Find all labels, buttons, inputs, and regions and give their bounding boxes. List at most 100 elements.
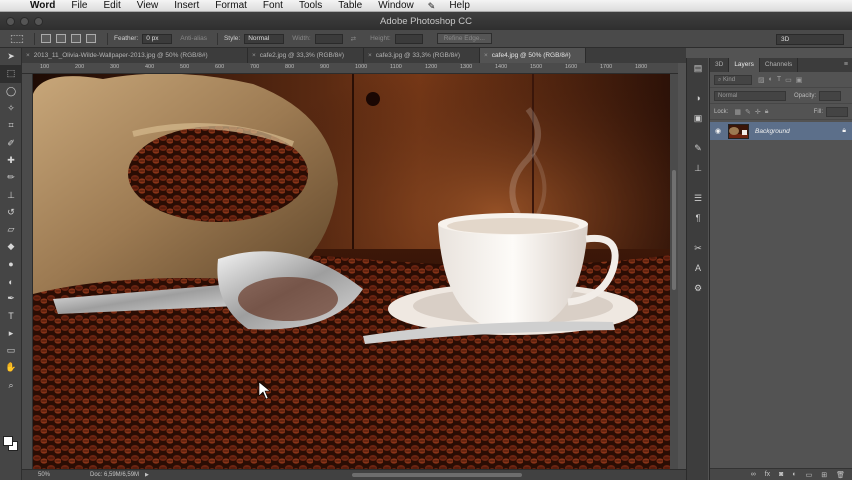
- opacity-input[interactable]: [819, 90, 842, 101]
- tab-channels[interactable]: Channels: [760, 58, 799, 72]
- eyedropper-tool-icon[interactable]: ✐: [0, 134, 22, 151]
- layer-name[interactable]: Background: [755, 128, 790, 135]
- tab-document-3[interactable]: × cafe3.jpg @ 33,3% (RGB/8#): [364, 48, 480, 63]
- color-swatches[interactable]: [3, 436, 19, 452]
- history-panel-icon[interactable]: ▤: [687, 58, 709, 78]
- delete-layer-icon[interactable]: 🗑︎: [836, 471, 845, 479]
- properties-panel-icon[interactable]: ☰: [687, 188, 709, 208]
- vertical-scrollbar[interactable]: [670, 74, 678, 469]
- menu-insert[interactable]: Insert: [166, 0, 207, 12]
- tab-document-1[interactable]: × 2013_11_Olivia-Wilde-Wallpaper-2013.jpg…: [22, 48, 248, 63]
- menu-tools[interactable]: Tools: [291, 0, 330, 12]
- tab-document-4[interactable]: × cafe4.jpg @ 50% (RGB/8#): [480, 48, 586, 63]
- document-canvas[interactable]: [33, 74, 678, 469]
- lock-all-icon[interactable]: 🔒︎: [765, 108, 769, 116]
- paint-bucket-tool-icon[interactable]: ◆: [0, 238, 22, 255]
- healing-brush-tool-icon[interactable]: ✚: [0, 152, 22, 169]
- close-window-button[interactable]: [6, 17, 15, 26]
- close-tab-icon[interactable]: ×: [368, 52, 372, 59]
- menu-app-word[interactable]: Word: [22, 0, 63, 12]
- rectangle-tool-icon[interactable]: ▭: [0, 342, 22, 359]
- adjustment-filter-icon[interactable]: ◐: [769, 76, 773, 84]
- foreground-color-swatch[interactable]: [3, 436, 13, 446]
- lasso-tool-icon[interactable]: ◯: [0, 83, 22, 100]
- scrollbar-thumb[interactable]: [672, 170, 676, 290]
- brush-panel-icon[interactable]: ✎: [687, 138, 709, 158]
- layer-style-icon[interactable]: fx: [765, 471, 770, 478]
- visibility-eye-icon[interactable]: ◉: [710, 127, 726, 135]
- horizontal-scrollbar-thumb[interactable]: [352, 473, 522, 477]
- panel-menu-icon[interactable]: ≡: [844, 58, 852, 72]
- script-menu-icon[interactable]: ✎: [422, 0, 442, 12]
- subtract-selection-icon[interactable]: [71, 34, 81, 43]
- menu-file[interactable]: File: [63, 0, 95, 12]
- menu-view[interactable]: View: [129, 0, 167, 12]
- adjustments-panel-icon[interactable]: ◑: [687, 88, 709, 108]
- info-panel-icon[interactable]: ⚙: [687, 278, 709, 298]
- eraser-tool-icon[interactable]: ▱: [0, 221, 22, 238]
- fill-input[interactable]: [826, 106, 848, 117]
- blur-tool-icon[interactable]: ●: [0, 256, 22, 273]
- pixel-filter-icon[interactable]: ▨: [758, 76, 765, 84]
- close-tab-icon[interactable]: ×: [252, 52, 256, 59]
- new-layer-icon[interactable]: ⊞: [821, 471, 827, 479]
- antialias-checkbox[interactable]: Anti-alias: [180, 35, 207, 42]
- marquee-tool-icon[interactable]: ⬚: [0, 65, 22, 83]
- path-selection-tool-icon[interactable]: ▸: [0, 325, 22, 342]
- clone-stamp-tool-icon[interactable]: ⊥: [0, 186, 22, 203]
- filter-kind-select[interactable]: ⌕ Kind: [714, 74, 752, 85]
- tab-3d[interactable]: 3D: [710, 58, 730, 72]
- lock-position-icon[interactable]: ✛: [755, 108, 761, 116]
- paragraph-panel-icon[interactable]: ¶: [687, 208, 709, 228]
- lock-transparent-icon[interactable]: ▦: [734, 108, 741, 116]
- type-tool-icon[interactable]: T: [0, 307, 22, 324]
- tab-document-2[interactable]: × cafe2.jpg @ 33,3% (RGB/8#): [248, 48, 364, 63]
- close-tab-icon[interactable]: ×: [26, 52, 30, 59]
- link-layers-icon[interactable]: ∞: [751, 471, 756, 478]
- menu-table[interactable]: Table: [330, 0, 370, 12]
- move-tool-icon[interactable]: ➤: [0, 48, 22, 65]
- feather-input[interactable]: 0 px: [142, 33, 173, 44]
- dodge-tool-icon[interactable]: ◐: [0, 273, 22, 290]
- height-input[interactable]: [394, 33, 423, 44]
- shape-filter-icon[interactable]: ▭: [785, 76, 792, 84]
- clone-source-panel-icon[interactable]: ⊥: [687, 158, 709, 178]
- menu-edit[interactable]: Edit: [96, 0, 129, 12]
- menu-window[interactable]: Window: [370, 0, 422, 12]
- menu-help[interactable]: Help: [441, 0, 478, 12]
- menu-font[interactable]: Font: [255, 0, 291, 12]
- tool-presets-panel-icon[interactable]: ✂: [687, 238, 709, 258]
- pen-tool-icon[interactable]: ✒: [0, 290, 22, 307]
- add-selection-icon[interactable]: [56, 34, 66, 43]
- type-filter-icon[interactable]: T: [777, 76, 781, 84]
- zoom-window-button[interactable]: [34, 17, 43, 26]
- history-brush-tool-icon[interactable]: ↺: [0, 204, 22, 221]
- intersect-selection-icon[interactable]: [86, 34, 96, 43]
- status-menu-icon[interactable]: ▶: [145, 472, 149, 478]
- quick-select-tool-icon[interactable]: ✧: [0, 100, 22, 117]
- new-group-icon[interactable]: ▭: [806, 471, 813, 479]
- lock-pixels-icon[interactable]: ✎: [745, 108, 751, 116]
- workspace-select[interactable]: 3D: [776, 34, 844, 45]
- width-input[interactable]: [314, 33, 343, 44]
- style-select[interactable]: Normal: [244, 33, 285, 44]
- refine-edge-button[interactable]: Refine Edge...: [436, 33, 492, 44]
- smart-object-filter-icon[interactable]: ▣: [796, 76, 803, 84]
- new-adjustment-icon[interactable]: ◐: [792, 471, 796, 478]
- blend-mode-select[interactable]: Normal: [714, 90, 786, 101]
- menu-format[interactable]: Format: [207, 0, 255, 12]
- minimize-window-button[interactable]: [20, 17, 29, 26]
- crop-tool-icon[interactable]: ⌗: [0, 117, 22, 134]
- layer-row-background[interactable]: ◉ Background 🔒︎: [710, 122, 852, 140]
- close-tab-icon[interactable]: ×: [484, 52, 488, 59]
- marquee-preset-icon[interactable]: [10, 34, 24, 43]
- add-mask-icon[interactable]: ◙: [779, 471, 783, 478]
- new-selection-icon[interactable]: [41, 34, 51, 43]
- hand-tool-icon[interactable]: ✋: [0, 359, 22, 376]
- zoom-level[interactable]: 50%: [22, 472, 50, 478]
- brush-tool-icon[interactable]: ✏: [0, 169, 22, 186]
- styles-panel-icon[interactable]: ▣: [687, 108, 709, 128]
- zoom-tool-icon[interactable]: ⌕: [0, 377, 22, 394]
- tab-layers[interactable]: Layers: [729, 58, 760, 72]
- character-panel-icon[interactable]: A: [687, 258, 709, 278]
